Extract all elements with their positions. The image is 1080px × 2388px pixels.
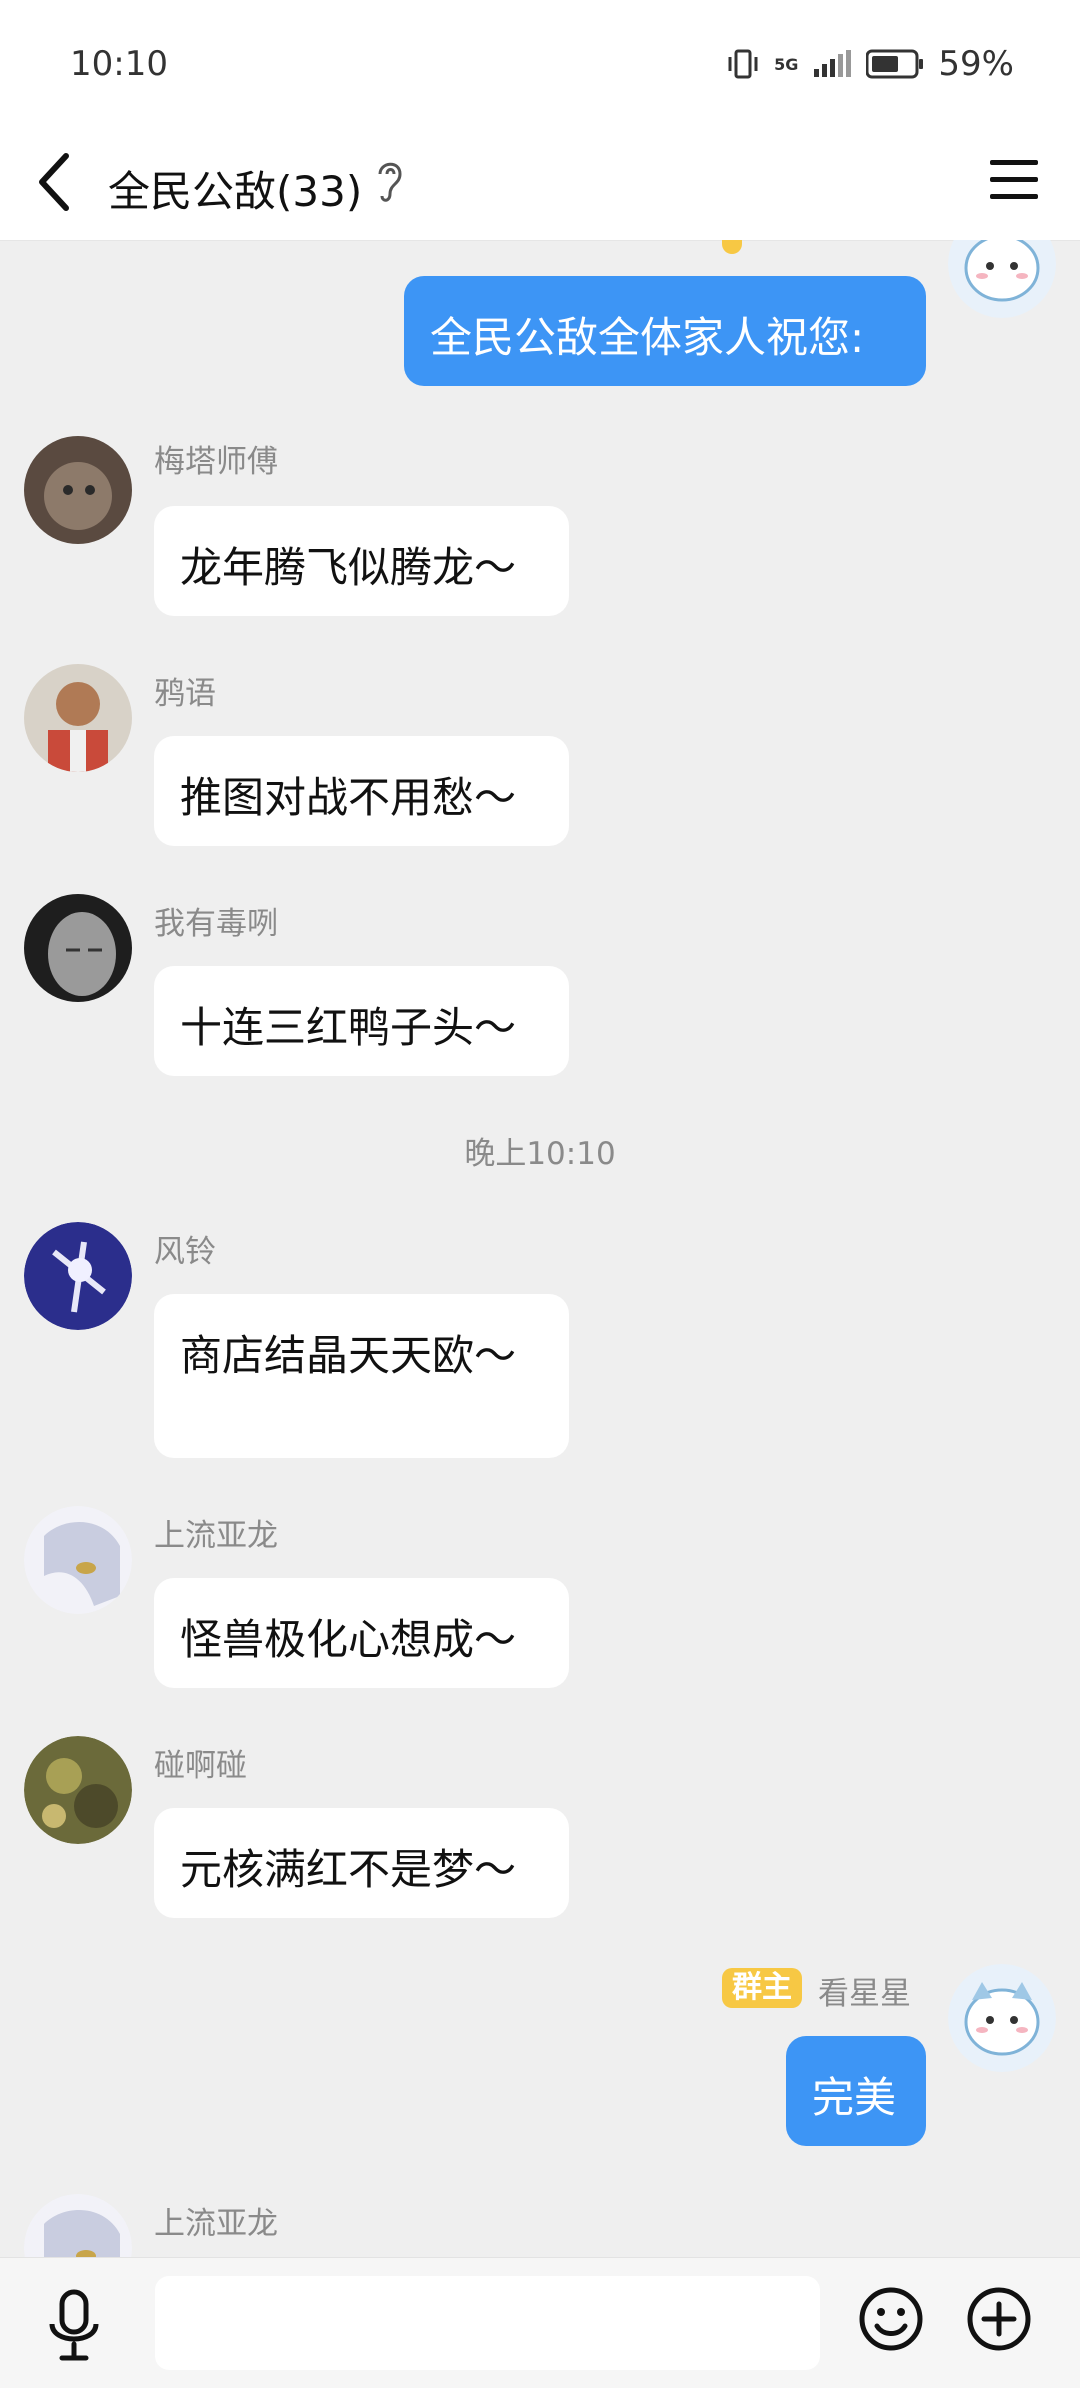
avatar-user[interactable] [24,1506,132,1614]
message-bubble[interactable]: 十连三红鸭子头～ [154,966,569,1076]
message-bubble[interactable]: 推图对战不用愁～ [154,736,569,846]
battery-icon [866,49,924,79]
sender-name: 我有毒咧 [154,906,278,942]
avatar-owner[interactable] [948,1964,1056,2072]
chat-message-list[interactable]: 全民公敌全体家人祝您: 梅塔师傅 龙年腾飞似腾龙～ 鸦语 推图对战不用愁～ 我有… [0,240,1080,2257]
sender-name: 风铃 [154,1234,216,1270]
avatar-owner-top[interactable] [948,240,1056,318]
message-bubble[interactable]: 商店结晶天天欧～ [154,1294,569,1458]
message-bubble-outgoing[interactable]: 全民公敌全体家人祝您: [404,276,926,386]
avatar-user[interactable] [24,894,132,1002]
chat-timestamp: 晚上10:10 [464,1136,616,1172]
status-indicators: 5G 59% [726,44,1014,84]
avatar-user[interactable] [24,2194,132,2257]
menu-icon[interactable] [988,150,1040,210]
message-bubble[interactable]: 龙年腾飞似腾龙～ [154,506,569,616]
avatar-user[interactable] [24,664,132,772]
vibrate-icon [728,49,758,79]
message-bubble[interactable]: 怪兽极化心想成～ [154,1578,569,1688]
ear-icon[interactable] [370,152,410,212]
status-time: 10:10 [70,44,168,84]
chat-header: 全民公敌(33) [0,130,1080,241]
microphone-icon[interactable] [44,2286,104,2366]
owner-badge-top [722,240,742,254]
signal-icon [814,50,852,77]
group-title[interactable]: 全民公敌(33) [108,158,362,219]
avatar-user[interactable] [24,436,132,544]
message-bubble[interactable]: 元核满红不是梦～ [154,1808,569,1918]
message-input-bar [0,2257,1080,2388]
network-type: 5G [774,54,799,74]
sender-name: 上流亚龙 [154,2206,278,2242]
back-arrow-icon[interactable] [30,142,80,222]
sender-name: 看星星 [818,1976,911,2012]
message-bubble-outgoing[interactable]: 完美 [786,2036,926,2146]
status-bar: 10:10 5G 59% [0,0,1080,130]
avatar-user[interactable] [24,1222,132,1330]
group-owner-badge: 群主 [722,1968,802,2008]
message-input[interactable] [155,2276,820,2370]
avatar-user[interactable] [24,1736,132,1844]
sender-name: 梅塔师傅 [154,444,278,480]
sender-name: 上流亚龙 [154,1518,278,1554]
sender-name: 鸦语 [154,676,216,712]
battery-percent: 59% [938,44,1014,84]
sender-name: 碰啊碰 [154,1748,247,1784]
plus-icon[interactable] [966,2286,1032,2352]
emoji-icon[interactable] [858,2286,924,2352]
